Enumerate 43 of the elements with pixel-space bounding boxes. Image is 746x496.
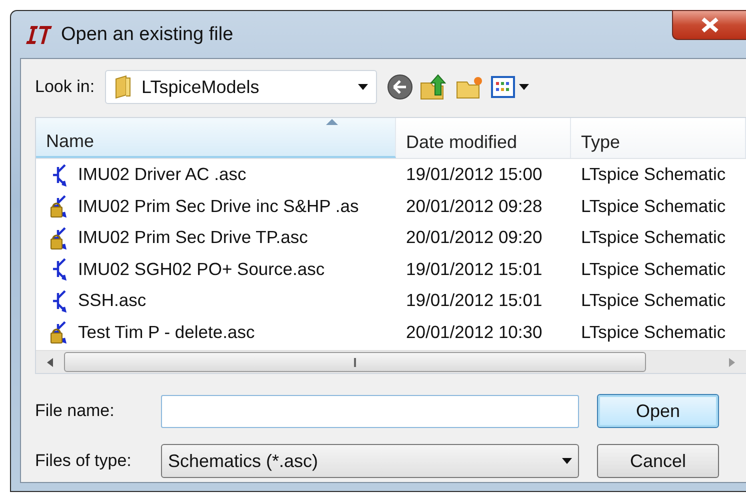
file-name-cell[interactable]: IMU02 SGH02 PO+ Source.asc — [78, 258, 325, 280]
type-cell-text: LTspice Schematic — [580, 196, 727, 217]
column-header[interactable]: Name — [36, 118, 396, 158]
open-button[interactable]: Open — [597, 394, 719, 428]
column-header[interactable]: Type — [571, 118, 746, 158]
file-name-cell[interactable]: IMU02 Driver AC .asc — [78, 164, 246, 186]
type-cell-text: LTspice Schematic — [580, 290, 727, 312]
sort-ascending-icon — [326, 118, 338, 125]
look-in-dropdown[interactable]: LTspiceModels — [104, 70, 377, 104]
logo-icon — [25, 24, 53, 46]
window-title: Open an existing file — [61, 24, 234, 46]
date-cell-text: 20/01/2012 10:30 — [405, 322, 544, 343]
folder-icon — [114, 75, 132, 99]
caret-icon — [358, 84, 368, 90]
new-folder-button[interactable] — [454, 74, 485, 100]
scroll-left-icon[interactable] — [47, 358, 53, 366]
date-cell-text: 20/01/2012 09:28 — [405, 196, 544, 217]
date-cell-text: 19/01/2012 15:01 — [405, 258, 544, 280]
type-cell-text: LTspice Schematic — [580, 227, 727, 248]
scrollbar-thumb[interactable] — [64, 352, 646, 372]
file-name-label: File name: — [35, 401, 116, 421]
file-name-cell[interactable]: IMU02 Prim Sec Drive inc S&HP .as — [78, 196, 359, 217]
file-name-cell[interactable]: IMU02 Prim Sec Drive TP.asc — [78, 227, 308, 248]
file-type-dropdown[interactable]: Schematics (*.asc) — [161, 444, 579, 478]
file-type-label: Files of type: — [35, 451, 132, 471]
type-cell-text: LTspice Schematic — [580, 322, 727, 343]
type-cell-text: LTspice Schematic — [580, 258, 727, 280]
date-cell-text: 19/01/2012 15:00 — [405, 164, 544, 186]
back-button[interactable] — [386, 74, 413, 100]
type-cell-text: LTspice Schematic — [580, 164, 727, 186]
caret-icon — [562, 458, 572, 464]
close-button[interactable] — [672, 10, 746, 40]
date-cell-text: 19/01/2012 15:01 — [405, 290, 544, 312]
file-name-field[interactable] — [161, 394, 579, 428]
view-menu-button[interactable] — [490, 75, 531, 99]
column-header[interactable]: Date modified — [396, 118, 571, 158]
cancel-button[interactable]: Cancel — [597, 444, 719, 478]
date-cell-text: 20/01/2012 09:20 — [405, 227, 544, 248]
look-in-label: Look in: — [35, 77, 95, 97]
file-name-cell[interactable]: Test Tim P - delete.asc — [78, 322, 255, 343]
close-icon — [700, 17, 720, 33]
file-name-cell[interactable]: SSH.asc — [78, 290, 146, 312]
up-folder-button[interactable] — [418, 73, 449, 101]
